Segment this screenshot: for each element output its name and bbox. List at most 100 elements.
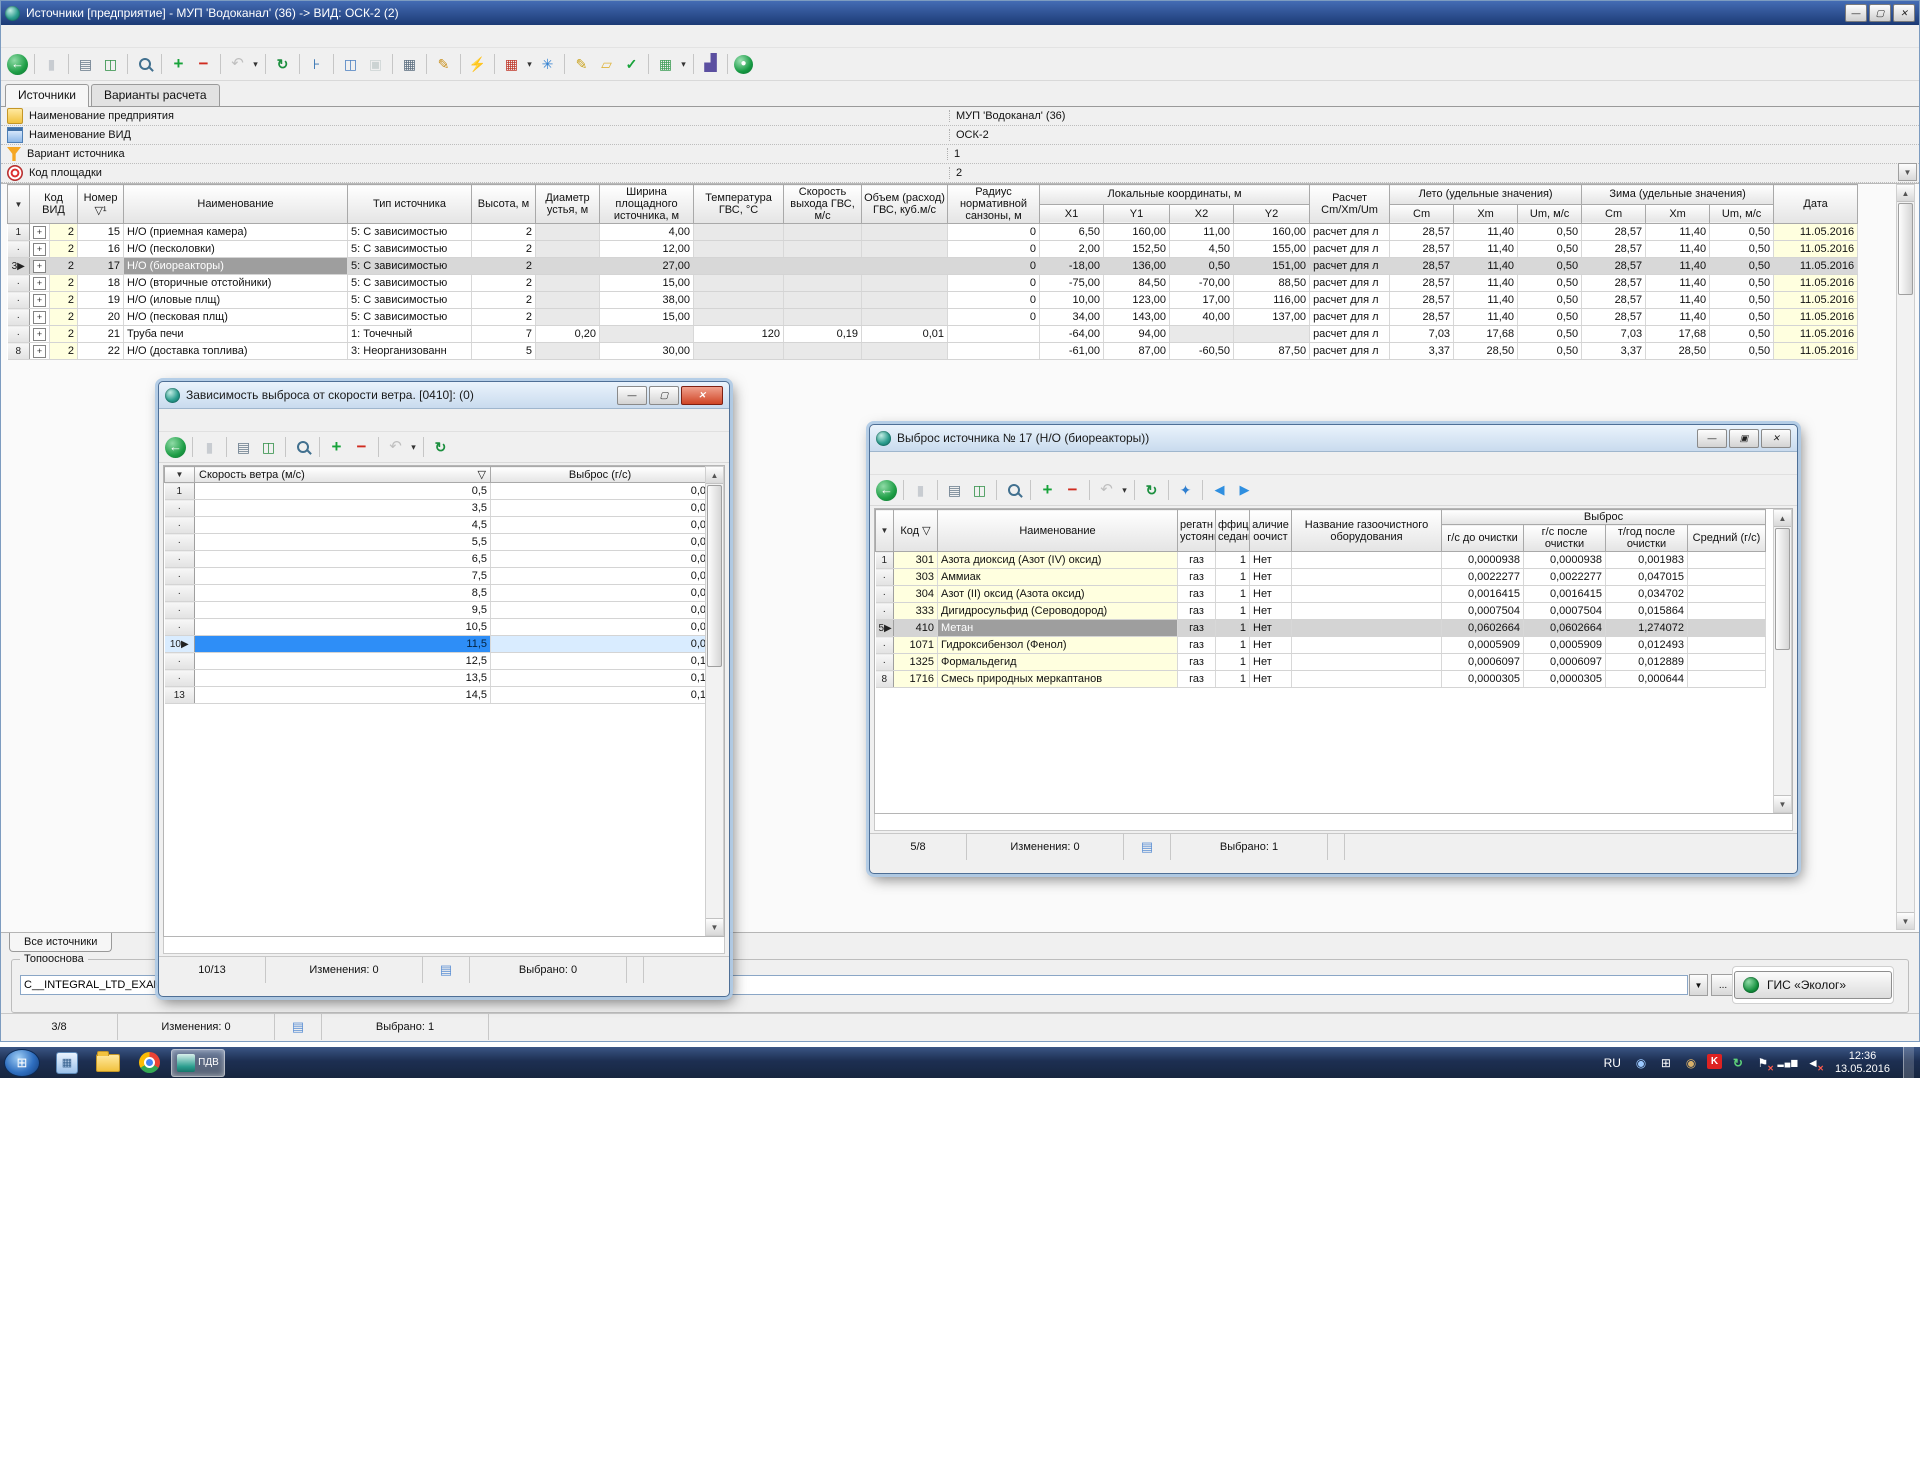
cell-tyear-after[interactable]: 0,015864 <box>1606 603 1688 620</box>
cell-calc[interactable]: расчет для л <box>1310 326 1390 343</box>
cell-type[interactable]: 5: С зависимостью <box>348 258 472 275</box>
cell-y2[interactable]: 137,00 <box>1234 309 1310 326</box>
row-marker[interactable]: · <box>165 585 195 602</box>
cell-date[interactable]: 11.05.2016 <box>1774 275 1858 292</box>
cell-type[interactable]: 5: С зависимостью <box>348 241 472 258</box>
menu-item[interactable] <box>199 417 217 423</box>
col-date[interactable]: Дата <box>1774 185 1858 224</box>
close-button[interactable]: ✕ <box>681 386 723 405</box>
cell-radius[interactable] <box>948 343 1040 360</box>
cell-emission[interactable]: 0,0 <box>491 619 710 636</box>
expand-icon[interactable]: + <box>33 260 46 273</box>
cell-gs-before[interactable]: 0,0602664 <box>1442 620 1524 637</box>
cell-number[interactable]: 15 <box>78 224 124 241</box>
cell-summer-xm[interactable]: 17,68 <box>1454 326 1518 343</box>
row-marker[interactable]: 1 <box>165 483 195 500</box>
menu-item[interactable] <box>892 460 910 466</box>
cell-x2[interactable]: 0,50 <box>1170 258 1234 275</box>
cell-sedimentation[interactable]: 1 <box>1216 569 1250 586</box>
cell-x2[interactable]: 11,00 <box>1170 224 1234 241</box>
expand-icon[interactable]: + <box>33 328 46 341</box>
cell-speed[interactable] <box>784 258 862 275</box>
grid-icon[interactable]: ▦ <box>653 52 678 77</box>
cell-y1[interactable]: 152,50 <box>1104 241 1170 258</box>
cell-name[interactable]: Труба печи <box>124 326 348 343</box>
row-marker[interactable]: · <box>8 241 30 258</box>
cell-speed[interactable]: 0,19 <box>784 326 862 343</box>
tab-sources[interactable]: Источники <box>5 84 89 107</box>
cell-number[interactable]: 19 <box>78 292 124 309</box>
col-name[interactable]: Наименование <box>124 185 348 224</box>
cell-emission[interactable]: 0,0 <box>491 500 710 517</box>
cell-calc[interactable]: расчет для л <box>1310 343 1390 360</box>
row-marker[interactable]: 1 <box>8 224 30 241</box>
table-row[interactable]: · 1325 Формальдегид газ 1 Нет 0,0006097 … <box>876 654 1766 671</box>
back-icon[interactable]: ← <box>165 437 186 458</box>
col-height[interactable]: Высота, м <box>472 185 536 224</box>
cell-winter-um[interactable]: 0,50 <box>1710 326 1774 343</box>
table-row[interactable]: 1 0,5 0,0 <box>165 483 710 500</box>
report-table-icon[interactable]: ▦ <box>499 52 524 77</box>
cell-type[interactable]: 5: С зависимостью <box>348 224 472 241</box>
vertical-scrollbar[interactable]: ▲ ▼ <box>705 466 724 936</box>
row-marker[interactable]: · <box>165 500 195 517</box>
cell-winter-cm[interactable]: 3,37 <box>1582 343 1646 360</box>
cell-diameter[interactable] <box>536 258 600 275</box>
cell-name[interactable]: Н/О (песковая плщ) <box>124 309 348 326</box>
cell-code[interactable]: 303 <box>894 569 938 586</box>
row-marker[interactable]: · <box>165 602 195 619</box>
cell-summer-cm[interactable]: 28,57 <box>1390 309 1454 326</box>
cell-cleaning[interactable]: Нет <box>1250 552 1292 569</box>
cell-summer-um[interactable]: 0,50 <box>1518 258 1582 275</box>
cell-x1[interactable]: 10,00 <box>1040 292 1104 309</box>
cell-height[interactable]: 5 <box>472 343 536 360</box>
table-row[interactable]: · 3,5 0,0 <box>165 500 710 517</box>
table-row[interactable]: 13 14,5 0,1 <box>165 687 710 704</box>
menu-item[interactable] <box>874 460 892 466</box>
cell-substance-name[interactable]: Азота диоксид (Азот (IV) оксид) <box>938 552 1178 569</box>
cell-average[interactable] <box>1688 552 1766 569</box>
row-marker[interactable]: · <box>165 619 195 636</box>
cell-winter-um[interactable]: 0,50 <box>1710 258 1774 275</box>
cell-temperature[interactable]: 120 <box>694 326 784 343</box>
cell-equipment[interactable] <box>1292 620 1442 637</box>
undo-dropdown-icon[interactable]: ▾ <box>250 52 261 77</box>
table-row[interactable]: · 5,5 0,0 <box>165 534 710 551</box>
cell-width[interactable]: 30,00 <box>600 343 694 360</box>
cell-wind-speed[interactable]: 13,5 <box>195 670 491 687</box>
delete-icon[interactable]: − <box>191 52 216 77</box>
cell-equipment[interactable] <box>1292 569 1442 586</box>
cell-cleaning[interactable]: Нет <box>1250 620 1292 637</box>
cell-x1[interactable]: 2,00 <box>1040 241 1104 258</box>
cell-summer-um[interactable]: 0,50 <box>1518 241 1582 258</box>
refresh-icon[interactable]: ↻ <box>428 435 453 460</box>
menu-item[interactable] <box>23 33 41 39</box>
field-value[interactable]: МУП 'Водоканал' (36) <box>949 110 1919 122</box>
cell-y1[interactable]: 123,00 <box>1104 292 1170 309</box>
delete-icon[interactable]: − <box>1060 478 1085 503</box>
table-row[interactable]: 3▶ + 2 17 Н/О (биореакторы) 5: С зависим… <box>8 258 1858 275</box>
minimize-button[interactable]: — <box>1845 4 1867 22</box>
cell-type[interactable]: 5: С зависимостью <box>348 309 472 326</box>
cell-equipment[interactable] <box>1292 671 1442 688</box>
cell-radius[interactable]: 0 <box>948 241 1040 258</box>
cell-y1[interactable]: 87,00 <box>1104 343 1170 360</box>
cell-cleaning[interactable]: Нет <box>1250 637 1292 654</box>
row-marker[interactable]: · <box>8 326 30 343</box>
table-row[interactable]: · 333 Дигидросульфид (Сероводород) газ 1… <box>876 603 1766 620</box>
cell-number[interactable]: 18 <box>78 275 124 292</box>
cell-y1[interactable]: 160,00 <box>1104 224 1170 241</box>
table-row[interactable]: · + 2 19 Н/О (иловые плщ) 5: С зависимос… <box>8 292 1858 309</box>
cell-calc[interactable]: расчет для л <box>1310 292 1390 309</box>
cell-height[interactable]: 2 <box>472 309 536 326</box>
cell-x1[interactable]: -75,00 <box>1040 275 1104 292</box>
cell-sedimentation[interactable]: 1 <box>1216 620 1250 637</box>
col-summer-xm[interactable]: Xm <box>1454 204 1518 224</box>
menu-item[interactable] <box>928 460 946 466</box>
undo-dropdown-icon[interactable]: ▾ <box>1119 478 1130 503</box>
cell-winter-xm[interactable]: 11,40 <box>1646 309 1710 326</box>
cell-kod-vid[interactable]: 2 <box>50 309 78 326</box>
cell-summer-cm[interactable]: 28,57 <box>1390 241 1454 258</box>
col-group-emission[interactable]: Выброс <box>1442 510 1766 525</box>
col-code[interactable]: Код ▽ <box>894 510 938 552</box>
